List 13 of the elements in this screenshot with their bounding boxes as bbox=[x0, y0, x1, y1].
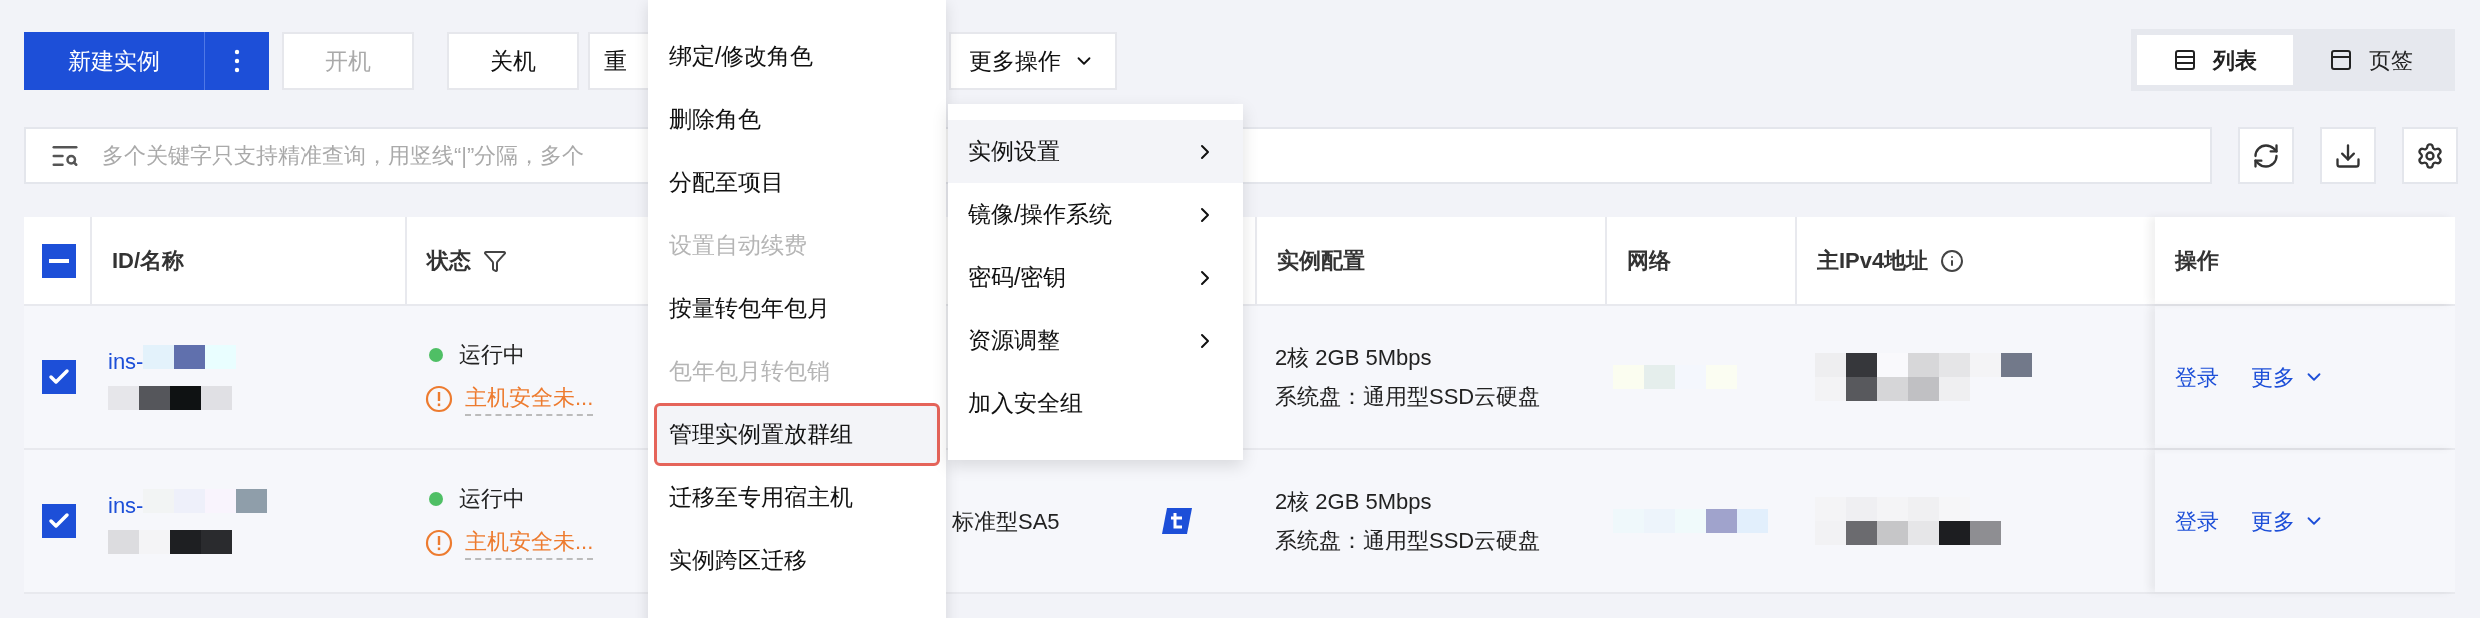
instance-type: 标准型SA5 bbox=[952, 507, 1061, 536]
status-text: 运行中 bbox=[459, 341, 525, 369]
column-header: 网络 bbox=[1627, 247, 1671, 275]
config-text: 2核 2GB 5Mbps bbox=[1275, 344, 1433, 372]
column-header: 状态 bbox=[427, 247, 471, 275]
status-text: 运行中 bbox=[459, 485, 525, 513]
column-header: ID/名称 bbox=[112, 247, 185, 275]
config-text: 系统盘：通用型SSD云硬盘 bbox=[1275, 383, 1542, 411]
config-text: 系统盘：通用型SSD云硬盘 bbox=[1275, 527, 1542, 555]
config-text: 2核 2GB 5Mbps bbox=[1275, 488, 1433, 516]
column-header: 操作 bbox=[2175, 247, 2219, 275]
column-header: 主IPv4地址 bbox=[1817, 247, 1929, 275]
column-header: 实例配置 bbox=[1277, 247, 1365, 275]
